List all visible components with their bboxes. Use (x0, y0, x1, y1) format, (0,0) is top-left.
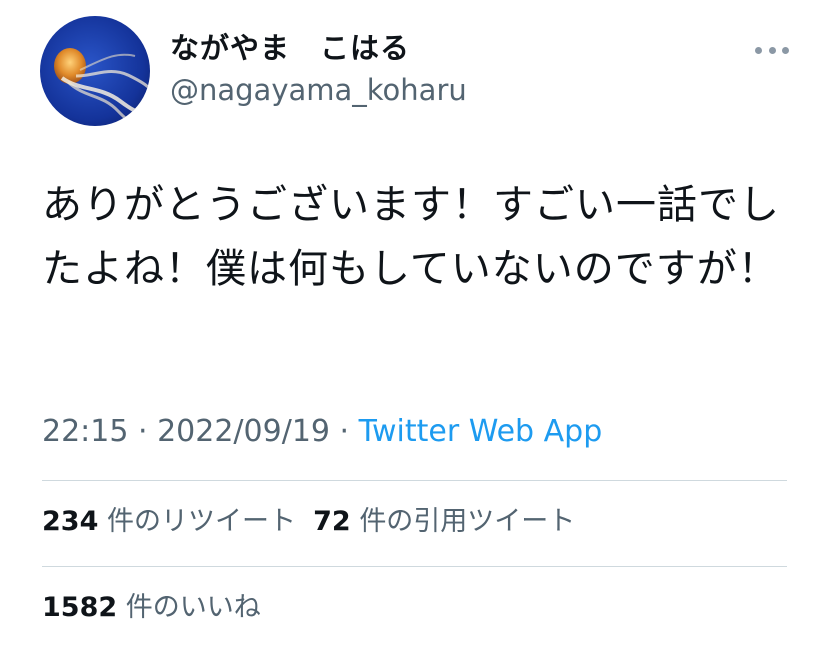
quotes-stat[interactable]: 72 件の引用ツイート (313, 506, 575, 537)
meta-separator: · (128, 414, 158, 449)
engagement-row: 234 件のリツイート 72 件の引用ツイート (42, 504, 575, 540)
display-name[interactable]: ながやま こはる (170, 30, 410, 66)
quotes-count: 72 (313, 506, 351, 537)
dot (768, 46, 776, 54)
tweet-source-link[interactable]: Twitter Web App (359, 414, 603, 449)
jellyfish-icon (40, 16, 150, 126)
quotes-label: 件の引用ツイート (359, 506, 576, 537)
likes-row: 1582 件のいいね (42, 590, 261, 626)
more-options-icon[interactable] (755, 40, 789, 60)
retweets-count: 234 (42, 506, 99, 537)
dot (782, 46, 789, 54)
divider (42, 566, 787, 567)
tweet-time[interactable]: 22:15 (42, 414, 128, 449)
meta-separator: · (330, 414, 359, 449)
retweets-stat[interactable]: 234 件のリツイート (42, 506, 296, 537)
likes-count: 1582 (42, 592, 118, 623)
likes-stat[interactable]: 1582 件のいいね (42, 592, 261, 623)
tweet-text: ありがとうございます！すごい一話でしたよね！僕は何もしていないのですが！ (42, 182, 780, 292)
tweet-date[interactable]: 2022/09/19 (157, 414, 330, 449)
retweets-label: 件のリツイート (106, 506, 296, 537)
dot (755, 46, 762, 54)
divider (42, 480, 787, 481)
tweet-meta: 22:15 · 2022/09/19 · Twitter Web App (42, 412, 602, 452)
avatar[interactable] (40, 16, 150, 126)
likes-label: 件のいいね (125, 592, 261, 623)
tweet-detail: ながやま こはる @nagayama_koharu ありがとうございます！すごい… (0, 0, 827, 650)
user-handle[interactable]: @nagayama_koharu (170, 72, 467, 108)
